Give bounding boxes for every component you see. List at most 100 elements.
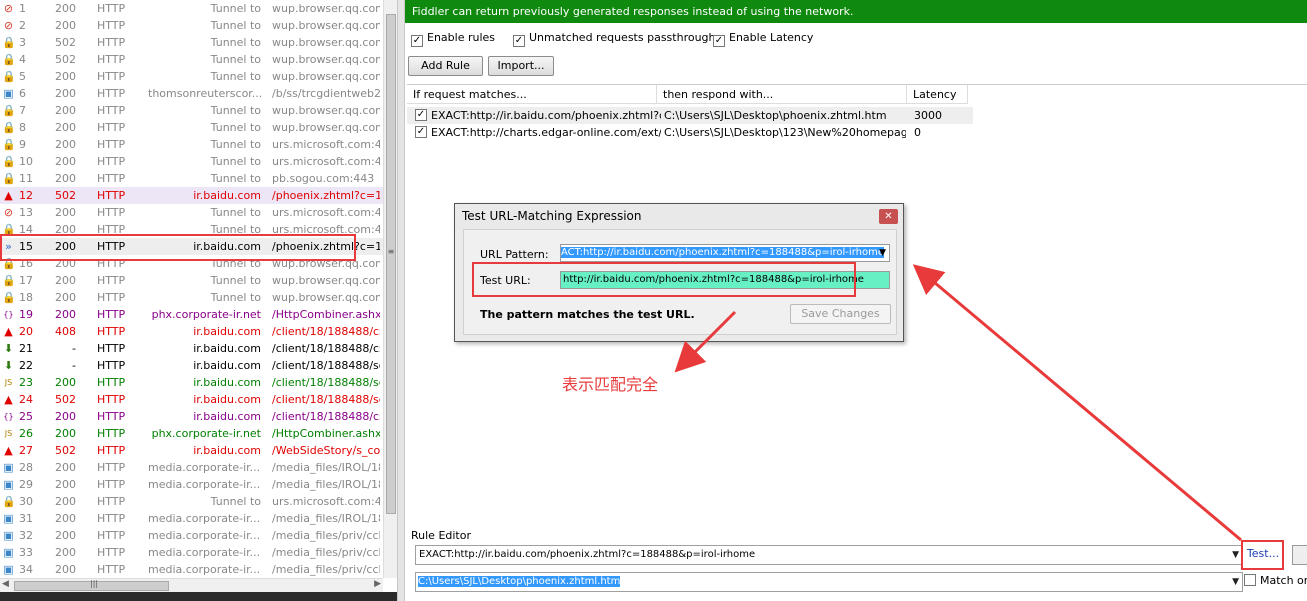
session-row[interactable]: ▣ 28 200 HTTP media.corporate-ir.... /media_f… [0,459,383,476]
session-row[interactable]: 🔒 11 200 HTTP Tunnel to pb.sogou.com:443 [0,170,383,187]
session-host: media.corporate-ir.... [148,563,261,576]
check-icon[interactable]: ✓ [415,126,427,138]
column-header-match[interactable]: If request matches... [407,85,657,104]
session-number: 34 [19,563,33,576]
dropdown-arrow-icon[interactable]: ▼ [1232,573,1239,591]
rule-response-input[interactable]: C:\Users\SJL\Desktop\phoenix.zhtml.htm ▼ [415,572,1243,592]
session-row[interactable]: 🔒 5 200 HTTP Tunnel to wup.browser.qq.com: [0,68,383,85]
session-row[interactable]: 🔒30 200 HTTP Tunnel to urs.microsoft.com:443 [0,493,383,510]
scrollbar-thumb[interactable] [386,14,396,514]
session-list-vertical-scrollbar[interactable]: ≡ [383,0,397,578]
url-pattern-input[interactable]: ACT:http://ir.baidu.com/phoenix.zhtml?c=… [560,244,890,262]
pane-splitter[interactable] [397,0,405,601]
session-row[interactable]: ▣ 32 200 HTTP media.corporate-ir.... /media_f… [0,527,383,544]
session-row[interactable]: ▣ 34 200 HTTP media.corporate-ir.... /media_f… [0,561,383,578]
check-icon[interactable]: ✓ [513,35,525,47]
session-row[interactable]: 🔒9 200 HTTP Tunnel to urs.microsoft.com:443 [0,136,383,153]
session-result: 200 [55,291,76,304]
save-changes-button[interactable]: Save Changes [790,304,891,324]
unmatched-passthrough-checkbox[interactable]: ✓ Unmatched requests passthrough [513,30,716,47]
session-result: 200 [55,461,76,474]
session-row[interactable]: ▲ 20 408 HTTP ir.baidu.com/client/18/188488/… [0,323,383,340]
session-protocol: HTTP [97,291,126,304]
session-row[interactable]: 🔒 8 200 HTTP Tunnel to wup.browser.qq.com: [0,119,383,136]
session-list-horizontal-scrollbar[interactable]: ◀ ||| ▶ [0,578,383,592]
download-icon: ⬇ [3,342,14,355]
session-row[interactable]: ▣ 29 200 HTTP media.corporate-ir.... /media_f… [0,476,383,493]
session-row[interactable]: ▲ 12 502 HTTP ir.baidu.com/phoenix.zhtml?c=1… [0,187,383,204]
session-url: /WebSideStory/s_code [272,444,380,457]
checkbox-icon[interactable] [1244,574,1256,586]
session-row[interactable]: JS 23 200 HTTP ir.baidu.com/client/18/188488… [0,374,383,391]
add-rule-button[interactable]: Add Rule [408,56,483,76]
enable-rules-checkbox[interactable]: ✓ Enable rules [411,30,495,47]
session-url: /HttpCombiner.ashx?s [272,427,380,440]
scroll-right-icon[interactable]: ▶ [374,579,381,589]
session-host: ir.baidu.com [193,410,261,423]
session-url: /media_files/IROL/18/ [272,461,380,474]
session-url: urs.microsoft.com:443 [272,138,380,151]
dropdown-arrow-icon[interactable]: ▼ [1232,546,1239,564]
session-protocol: HTTP [97,427,126,440]
session-url: /client/18/188488/css/ [272,410,380,423]
session-protocol: HTTP [97,529,126,542]
session-number: 1 [19,2,26,15]
lock-icon: 🔒 [2,53,16,66]
image-icon: ▣ [3,478,14,491]
session-protocol: HTTP [97,172,126,185]
rule-match-input[interactable]: EXACT:http://ir.baidu.com/phoenix.zhtml?… [415,545,1243,565]
session-row[interactable]: ⬇ 22 - HTTP ir.baidu.com/client/18/188488/sc… [0,357,383,374]
session-number: 26 [19,427,33,440]
session-row[interactable]: {} 19 200 HTTP phx.corporate-ir.net/HttpComb… [0,306,383,323]
check-icon[interactable]: ✓ [415,109,427,121]
session-protocol: HTTP [97,308,126,321]
check-icon[interactable]: ✓ [713,35,725,47]
dropdown-arrow-icon[interactable]: ▼ [879,245,886,261]
check-icon[interactable]: ✓ [411,35,423,47]
session-row[interactable]: 🔒10 200 HTTP Tunnel to urs.microsoft.com:443 [0,153,383,170]
session-row[interactable]: ▣ 33 200 HTTP media.corporate-ir.... /media_f… [0,544,383,561]
import-button[interactable]: Import... [488,56,554,76]
session-row[interactable]: 🔒 3 502 HTTP Tunnel to wup.browser.qq.com: [0,34,383,51]
rule-row[interactable]: ✓ EXACT:http://ir.baidu.com/phoenix.zhtm… [407,107,973,124]
session-row[interactable]: ⊘ 1 200 HTTP Tunnel to wup.browser.qq.com: [0,0,383,17]
session-row[interactable]: ▣ 6 200 HTTP thomsonreuterscor... /b/ss/trcgd… [0,85,383,102]
session-number: 27 [19,444,33,457]
session-row[interactable]: ▣ 31 200 HTTP media.corporate-ir.... /media_f… [0,510,383,527]
session-url: /client/18/188488/css/ [272,342,380,355]
column-header-latency[interactable]: Latency [907,85,968,104]
session-protocol: HTTP [97,376,126,389]
session-row[interactable]: ⬇ 21 - HTTP ir.baidu.com/client/18/188488/cs… [0,340,383,357]
session-url: /phoenix.zhtml?c=188 [272,189,380,202]
session-row[interactable]: ⊘ 2 200 HTTP Tunnel to wup.browser.qq.com: [0,17,383,34]
session-row[interactable]: ▲ 24 502 HTTP ir.baidu.com/client/18/188488/… [0,391,383,408]
enable-latency-checkbox[interactable]: ✓ Enable Latency [713,30,813,47]
session-host: media.corporate-ir.... [148,546,261,559]
session-row[interactable]: ▲ 27 502 HTTP ir.baidu.com/WebSideStory/s_co… [0,442,383,459]
session-result: 200 [55,427,76,440]
session-number: 23 [19,376,33,389]
rule-row[interactable]: ✓ EXACT:http://charts.edgar-online.com/e… [407,124,973,141]
column-header-respond[interactable]: then respond with... [657,85,907,104]
session-row[interactable]: 🔒 17 200 HTTP Tunnel to wup.browser.qq.com: [0,272,383,289]
rule-response: C:\Users\SJL\Desktop\123\New%20homepage.… [664,126,906,139]
session-row[interactable]: JS 26 200 HTTP phx.corporate-ir.net/HttpComb… [0,425,383,442]
session-url: /HttpCombiner.ashx?s [272,308,380,321]
match-once-checkbox[interactable]: Match on [1244,574,1307,587]
session-row[interactable]: 🔒 4 502 HTTP Tunnel to wup.browser.qq.com: [0,51,383,68]
session-result: 200 [55,206,76,219]
session-row[interactable]: 🔒 7 200 HTTP Tunnel to wup.browser.qq.com: [0,102,383,119]
session-protocol: HTTP [97,325,126,338]
blocked-icon: ⊘ [3,19,14,32]
rule-latency: 0 [914,126,921,139]
session-result: - [72,359,76,372]
session-list[interactable]: ⊘ 1 200 HTTP Tunnel to wup.browser.qq.com: ⊘ 2 2… [0,0,383,578]
session-row[interactable]: ⊘ 13 200 HTTP Tunnel to urs.microsoft.com:443 [0,204,383,221]
session-number: 20 [19,325,33,338]
session-host: phx.corporate-ir.net [151,308,261,321]
save-rule-button[interactable] [1292,545,1307,565]
session-row[interactable]: 🔒 18 200 HTTP Tunnel to wup.browser.qq.com: [0,289,383,306]
session-row[interactable]: {} 25 200 HTTP ir.baidu.com/client/18/188488… [0,408,383,425]
close-icon[interactable]: ✕ [879,209,898,224]
scroll-left-icon[interactable]: ◀ [2,579,9,589]
